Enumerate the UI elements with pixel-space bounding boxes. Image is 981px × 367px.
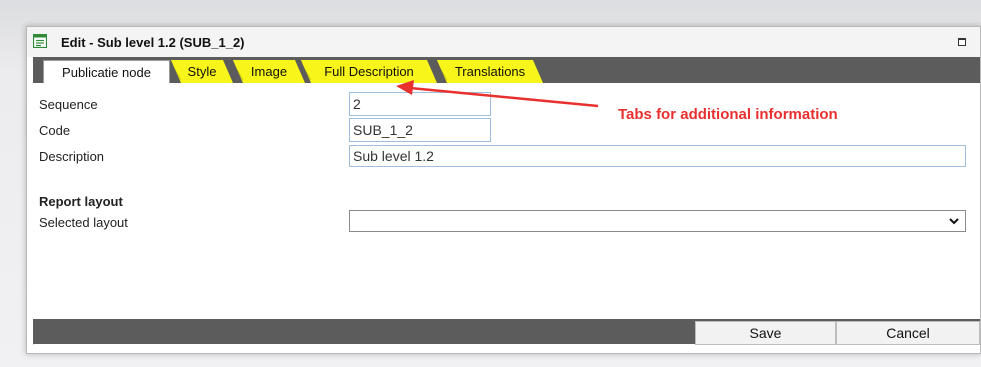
save-button[interactable]: Save	[695, 321, 836, 345]
sequence-input[interactable]: 2	[349, 92, 491, 116]
maximize-icon[interactable]	[958, 38, 966, 46]
tab-label: Publicatie node	[62, 65, 151, 80]
code-input[interactable]: SUB_1_2	[349, 118, 491, 142]
tab-strip: Publicatie node Style Image Full Descrip…	[33, 57, 980, 83]
cancel-button[interactable]: Cancel	[836, 321, 980, 345]
chevron-down-icon	[949, 218, 959, 225]
tab-image[interactable]: Image	[233, 60, 305, 83]
form-panel: Sequence 2 Code SUB_1_2 Description Sub …	[33, 83, 980, 319]
selected-layout-label: Selected layout	[39, 215, 128, 230]
report-layout-heading: Report layout	[39, 194, 123, 209]
dialog-title: Edit - Sub level 1.2 (SUB_1_2)	[61, 35, 245, 50]
code-label: Code	[39, 123, 71, 138]
tab-translations[interactable]: Translations	[437, 60, 543, 83]
tab-publicatie-node[interactable]: Publicatie node	[43, 60, 170, 83]
description-label: Description	[39, 149, 105, 164]
edit-dialog: Edit - Sub level 1.2 (SUB_1_2) Publicati…	[26, 26, 981, 354]
form-icon	[33, 34, 47, 48]
description-input[interactable]: Sub level 1.2	[349, 145, 966, 167]
tab-label: Style	[187, 64, 217, 79]
tab-full-description[interactable]: Full Description	[301, 60, 437, 83]
annotation-text: Tabs for additional information	[618, 106, 838, 123]
tab-style[interactable]: Style	[171, 60, 233, 83]
tab-label: Translations	[454, 64, 526, 79]
dialog-titlebar: Edit - Sub level 1.2 (SUB_1_2)	[27, 27, 980, 58]
tab-label: Full Description	[324, 64, 414, 79]
sequence-label: Sequence	[39, 97, 98, 112]
selected-layout-select[interactable]	[349, 210, 966, 232]
tab-label: Image	[250, 64, 288, 79]
